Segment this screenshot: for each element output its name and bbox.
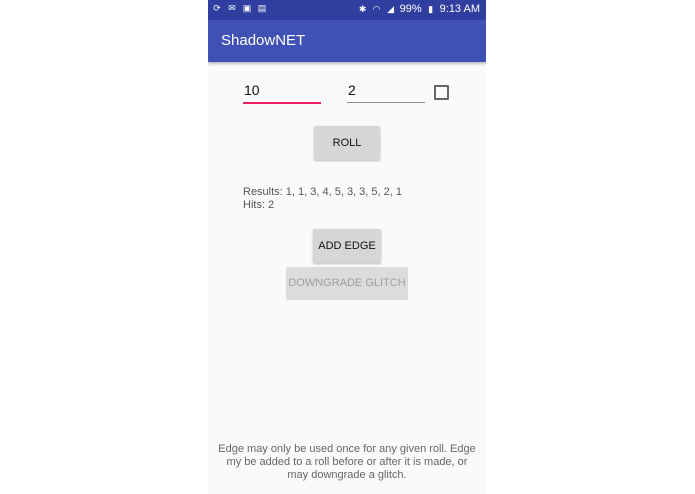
status-bar: ⟳ ✉ ▣ ▤ ✱ ◠ ◢ 99% ▮ 9:13 AM	[208, 0, 486, 20]
phone-screen: ⟳ ✉ ▣ ▤ ✱ ◠ ◢ 99% ▮ 9:13 AM ShadowNET 10…	[208, 0, 486, 494]
wifi-icon: ◠	[372, 4, 381, 14]
bluetooth-icon: ✱	[358, 4, 367, 14]
threshold-input[interactable]: 2	[347, 80, 425, 103]
add-edge-button[interactable]: ADD EDGE	[313, 229, 381, 263]
status-time: 9:13 AM	[439, 3, 480, 15]
hits-count: Hits: 2	[243, 199, 275, 211]
app-title: ShadowNET	[221, 32, 306, 49]
downgrade-glitch-button[interactable]: DOWNGRADE GLITCH	[286, 267, 408, 300]
photo-icon: ▤	[257, 3, 267, 13]
dice-count-input[interactable]: 10	[243, 80, 321, 104]
roll-button[interactable]: ROLL	[314, 126, 380, 160]
option-checkbox[interactable]	[434, 85, 449, 100]
results-text: Results: 1, 1, 3, 4, 5, 3, 3, 5, 2, 1 Hi…	[243, 186, 402, 212]
image-icon: ▣	[242, 3, 252, 13]
signal-icon: ◢	[387, 4, 395, 14]
app-bar: ShadowNET	[208, 20, 486, 62]
mail-icon: ✉	[228, 3, 236, 13]
sync-icon: ⟳	[213, 3, 221, 13]
battery-icon: ▮	[428, 4, 434, 14]
results-values: Results: 1, 1, 3, 4, 5, 3, 3, 5, 2, 1	[243, 186, 402, 198]
edge-rules-note: Edge may only be used once for any given…	[218, 443, 476, 481]
battery-percent: 99%	[399, 3, 422, 15]
